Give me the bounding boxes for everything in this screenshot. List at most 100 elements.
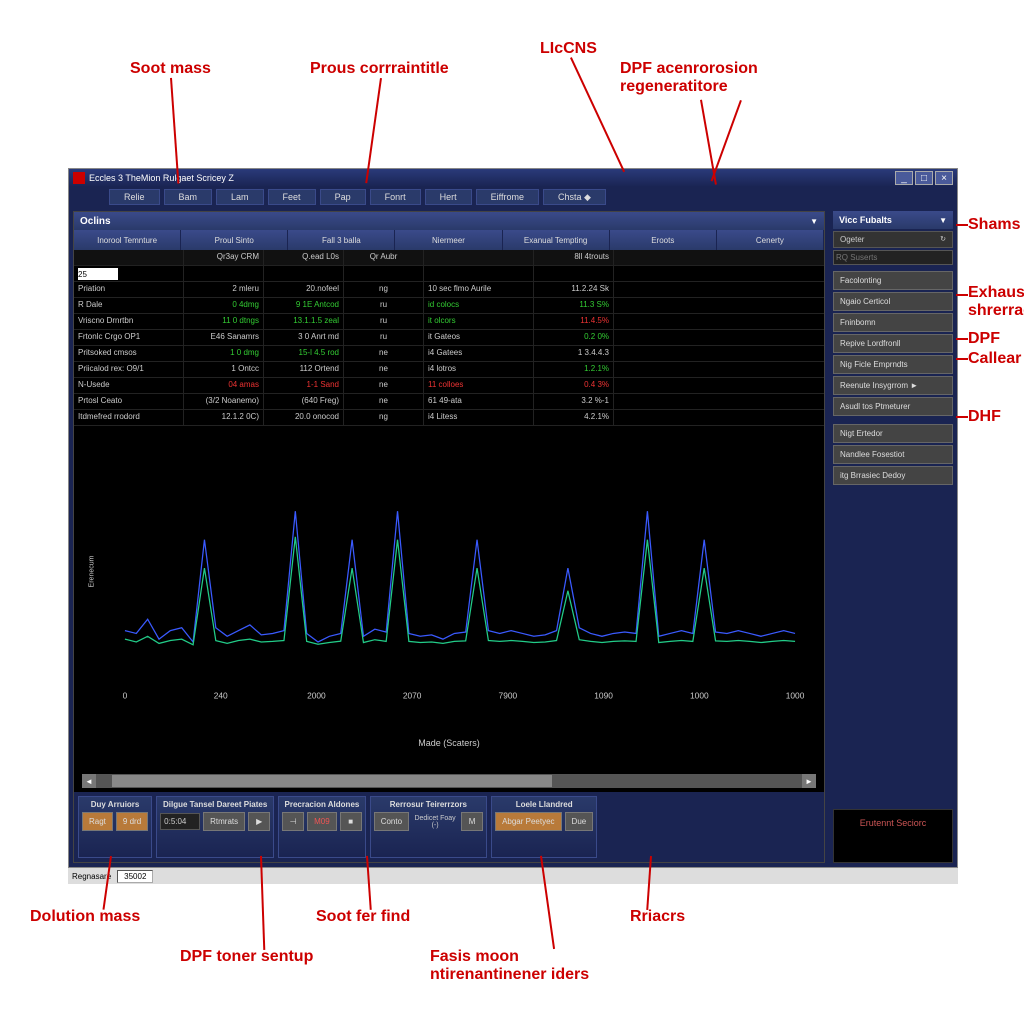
window-title: Eccles 3 TheMion Rulgaet Scricey Z	[89, 173, 234, 183]
bottom-button[interactable]: Conto	[374, 812, 409, 831]
annotation: DPF	[968, 330, 1000, 348]
menu-item[interactable]: Lam	[216, 189, 264, 205]
menu-item[interactable]: Chsta ◆	[543, 189, 606, 205]
cell: 112 Ortend	[264, 362, 344, 377]
bottom-group: Rerrosur Teirerrzors ContoDedicet Foay (-…	[370, 796, 487, 858]
bottom-button[interactable]: Rtmrats	[203, 812, 245, 831]
chart-area: Erenecum 1.5001.2001.0901.0001.000110010…	[74, 426, 824, 770]
side-item[interactable]: Nig Ficle Emprndts	[833, 355, 953, 374]
cell: 9 1E Antcod	[264, 298, 344, 313]
menu-item[interactable]: Feet	[268, 189, 316, 205]
annotation: Fasis moon ntirenantinener iders	[430, 948, 610, 984]
chevron-down-icon[interactable]: ▼	[939, 216, 947, 225]
bottom-group: Precracion Aldones⊣M09■	[278, 796, 366, 858]
cell: 11 0 dtngs	[184, 314, 264, 329]
bottom-button[interactable]: M	[461, 812, 483, 831]
side-footer-label: Erutennt Seciorc	[860, 818, 927, 828]
bottom-group: Loele LlandredAbgar PeetyecDue	[491, 796, 597, 858]
tab[interactable]: Fall 3 balla	[288, 230, 395, 250]
side-item[interactable]: Reenute Insygrrom ►	[833, 376, 953, 395]
cell: 4.2.1%	[534, 410, 614, 425]
cell: i4 lotros	[424, 362, 534, 377]
svg-text:1000: 1000	[786, 691, 805, 701]
scroll-thumb[interactable]	[112, 775, 552, 787]
side-item[interactable]: Asudl tos Ptmeturer	[833, 397, 953, 416]
cell: Priation	[74, 282, 184, 297]
main-panel-header: Oclins ▼	[74, 212, 824, 230]
bottom-button[interactable]: ⊣	[282, 812, 304, 831]
svg-text:1000: 1000	[690, 691, 709, 701]
annotation: DPF toner sentup	[180, 948, 313, 966]
side-item[interactable]: Repive Lordfronll	[833, 334, 953, 353]
cell: Frtonlc Crgo OP1	[74, 330, 184, 345]
side-header-label: Vicc Fubalts	[839, 215, 892, 225]
menu-item[interactable]: Pap	[320, 189, 366, 205]
side-search-input[interactable]	[833, 250, 953, 265]
svg-text:7900: 7900	[499, 691, 518, 701]
bottom-button[interactable]: ■	[340, 812, 362, 831]
annotation: Soot mass	[130, 60, 211, 78]
side-item[interactable]: Facolonting	[833, 271, 953, 290]
bottom-button[interactable]: Abgar Peetyec	[495, 812, 561, 831]
refresh-icon[interactable]: ↻	[940, 235, 946, 243]
table-row: Prtosl Ceato(3/2 Noanemo)(640 Freg)ne61 …	[74, 394, 824, 410]
bottom-group: Duy ArruiorsRagt9 drd	[78, 796, 152, 858]
cell: 13.1.1.5 zeal	[264, 314, 344, 329]
menu-item[interactable]: Eiffrome	[476, 189, 539, 205]
menu-item[interactable]: Hert	[425, 189, 472, 205]
side-subheader[interactable]: Ogeter ↻	[833, 231, 953, 248]
tab[interactable]: Cenerty	[717, 230, 824, 250]
tab[interactable]: Eroots	[610, 230, 717, 250]
menu-item[interactable]: Bam	[164, 189, 213, 205]
column-header	[424, 250, 534, 265]
tab[interactable]: Proul Sinto	[181, 230, 288, 250]
cell: 1 3.4.4.3	[534, 346, 614, 361]
status-label: Regnasare	[72, 872, 111, 881]
bottom-button[interactable]: 9 drd	[116, 812, 148, 831]
cell: 61 49-ata	[424, 394, 534, 409]
app-window: Eccles 3 TheMion Rulgaet Scricey Z _ □ ×…	[68, 168, 958, 868]
cell: 11 colloes	[424, 378, 534, 393]
cell: Vriscno Drnrtbn	[74, 314, 184, 329]
cell: ne	[344, 378, 424, 393]
table-row: Priicalod rex: O9/11 Ontcc112 Ortendnei4…	[74, 362, 824, 378]
bottom-label: Dedicet Foay (-)	[412, 815, 458, 829]
cell: 0 4dmg	[184, 298, 264, 313]
bottom-button[interactable]: ▶	[248, 812, 270, 831]
side-item[interactable]: Ngaio Certicol	[833, 292, 953, 311]
bottom-button[interactable]: Ragt	[82, 812, 113, 831]
tab[interactable]: Inorool Temnture	[74, 230, 181, 250]
close-button[interactable]: ×	[935, 171, 953, 185]
table-input[interactable]	[78, 268, 118, 280]
y-axis-label: Erenecum	[88, 556, 95, 588]
cell: ng	[344, 410, 424, 425]
scroll-right-button[interactable]: ►	[802, 774, 816, 788]
side-item[interactable]: itg Brrasiec Dedoy	[833, 466, 953, 485]
svg-text:240: 240	[214, 691, 228, 701]
bottom-button[interactable]: Due	[565, 812, 594, 831]
side-item[interactable]: Nigt Ertedor	[833, 424, 953, 443]
horizontal-scrollbar[interactable]: ◄ ►	[82, 774, 816, 788]
cell: 04 amas	[184, 378, 264, 393]
bottom-input[interactable]	[160, 813, 200, 830]
cell: N-Usede	[74, 378, 184, 393]
maximize-button[interactable]: □	[915, 171, 933, 185]
side-panel: Vicc Fubalts ▼ Ogeter ↻ Facolonting Ngaio…	[829, 207, 957, 867]
side-item[interactable]: Nandlee Fosestiot	[833, 445, 953, 464]
cell: 20.nofeel	[264, 282, 344, 297]
bottom-button[interactable]: M09	[307, 812, 337, 831]
cell: 15-l 4.5 rod	[264, 346, 344, 361]
menu-item[interactable]: Fonrt	[370, 189, 421, 205]
tab[interactable]: Niermeer	[395, 230, 502, 250]
bottom-group-title: Rerrosur Teirerrzors	[374, 800, 483, 809]
scroll-left-button[interactable]: ◄	[82, 774, 96, 788]
side-footer: Erutennt Seciorc	[833, 809, 953, 863]
tab[interactable]: Exanual Tempting	[503, 230, 610, 250]
cell: it olcors	[424, 314, 534, 329]
column-header	[74, 250, 184, 265]
side-item[interactable]: Fninbomn	[833, 313, 953, 332]
menu-item[interactable]: Relie	[109, 189, 160, 205]
minimize-button[interactable]: _	[895, 171, 913, 185]
chevron-down-icon[interactable]: ▼	[810, 217, 818, 226]
cell: Itdmefred rrodord	[74, 410, 184, 425]
